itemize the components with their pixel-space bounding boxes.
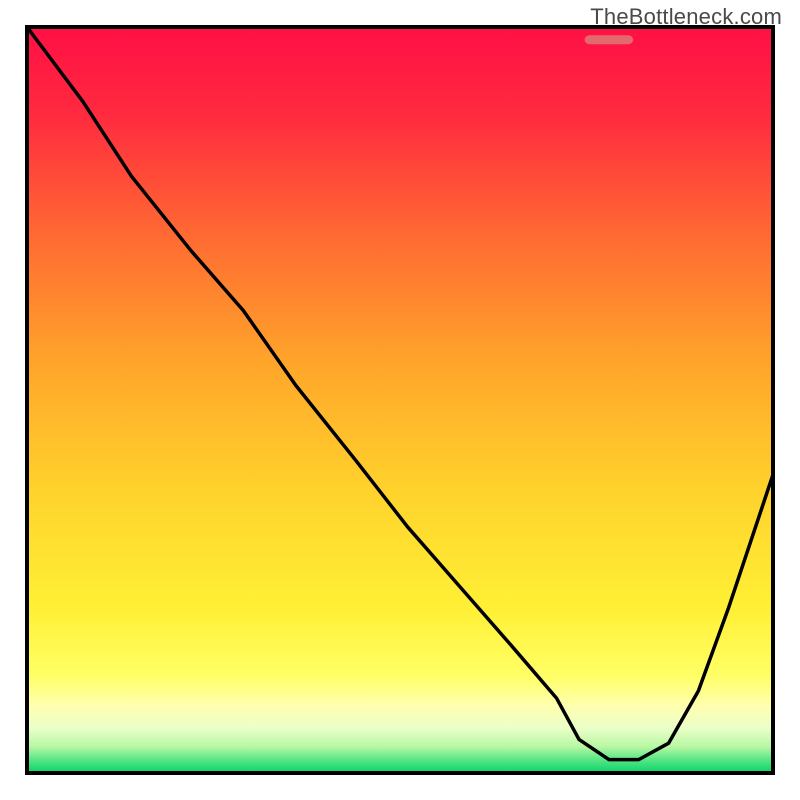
plot-area [27,27,773,773]
optimal-marker [585,35,634,44]
watermark-text: TheBottleneck.com [590,4,782,30]
chart-container: { "watermark": "TheBottleneck.com", "cha… [0,0,800,800]
gradient-background [27,27,773,773]
bottleneck-chart [0,0,800,800]
